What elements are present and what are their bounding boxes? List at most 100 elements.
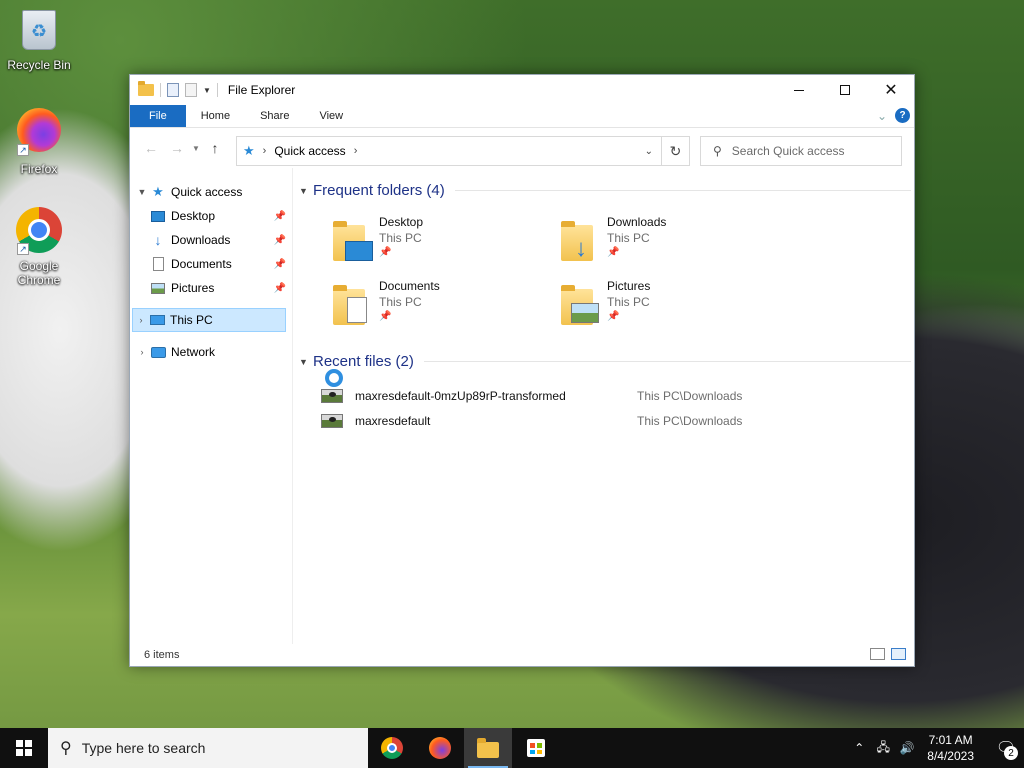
taskbar-chrome[interactable] <box>368 728 416 768</box>
taskbar-file-explorer[interactable] <box>464 728 512 768</box>
title-bar[interactable]: ▼ File Explorer ✕ <box>130 75 914 105</box>
folder-tile-desktop[interactable]: Desktop This PC 📌 <box>297 215 517 271</box>
sidebar-item-quick-access[interactable]: ▼ ★ Quick access <box>134 180 284 204</box>
close-button[interactable]: ✕ <box>868 75 914 105</box>
network-icon <box>150 344 166 360</box>
desktop-icon-label: Google Chrome <box>17 259 61 287</box>
windows-logo-icon <box>16 740 32 756</box>
folder-tile-documents[interactable]: Documents This PC 📌 <box>297 279 517 335</box>
pin-icon: 📌 <box>607 247 620 258</box>
forward-icon[interactable]: → <box>164 140 190 156</box>
maximize-icon <box>840 85 850 95</box>
breadcrumb-quick-access[interactable]: Quick access <box>274 144 345 158</box>
sidebar-item-network[interactable]: › Network <box>134 340 284 364</box>
divider <box>216 83 218 97</box>
sidebar-item-desktop[interactable]: Desktop 📌 <box>150 204 288 228</box>
file-name: maxresdefault-0mzUp89rP-transformed <box>355 389 566 403</box>
content-pane: ▼ Frequent folders (4) Desktop This PC 📌… <box>293 168 914 644</box>
chrome-icon: ↗ <box>15 207 63 255</box>
desktop-icon <box>150 208 166 224</box>
up-icon[interactable]: ↑ <box>202 140 228 156</box>
list-item[interactable]: maxresdefault This PC\Downloads <box>321 410 921 432</box>
divider <box>160 83 161 97</box>
properties-icon[interactable] <box>167 83 179 97</box>
pictures-folder-icon <box>561 285 601 325</box>
file-path: This PC\Downloads <box>637 414 743 428</box>
volume-icon[interactable]: 🔊 <box>895 741 919 755</box>
sidebar-item-pictures[interactable]: Pictures 📌 <box>150 276 288 300</box>
sidebar-item-label: Downloads <box>171 233 231 247</box>
sidebar-item-downloads[interactable]: ↓ Downloads 📌 <box>150 228 288 252</box>
customize-toolbar-dropdown-icon[interactable]: ▼ <box>203 86 211 95</box>
folder-tile-downloads[interactable]: ↓ Downloads This PC 📌 <box>525 215 745 271</box>
collapse-chevron-icon[interactable]: ▼ <box>134 187 150 197</box>
clock[interactable]: 7:01 AM 8/4/2023 <box>927 732 974 764</box>
breadcrumb-chevron-icon[interactable]: › <box>263 145 267 157</box>
pin-icon: 📌 <box>273 210 286 222</box>
file-explorer-window: ▼ File Explorer ✕ File Home Share View ⌄… <box>129 74 915 667</box>
tab-view[interactable]: View <box>304 105 358 127</box>
details-view-icon[interactable] <box>870 648 885 660</box>
desktop-icon-recycle-bin[interactable]: Recycle Bin <box>1 6 77 72</box>
desktop-folder-icon <box>333 221 373 261</box>
navigation-pane: ▼ ★ Quick access Desktop 📌 ↓ Downloads 📌… <box>130 168 293 644</box>
network-icon[interactable]: 🖧 <box>871 738 895 759</box>
action-center-button[interactable]: 🗨 2 <box>988 728 1024 768</box>
breadcrumb-chevron-icon[interactable]: › <box>354 145 358 157</box>
desktop-icon-firefox[interactable]: ↗ Firefox <box>1 106 77 176</box>
clock-date: 8/4/2023 <box>927 749 974 763</box>
firefox-icon <box>429 737 451 759</box>
close-icon: ✕ <box>884 82 898 99</box>
tab-file[interactable]: File <box>130 105 186 127</box>
sidebar-item-label: Quick access <box>171 185 243 199</box>
file-path: This PC\Downloads <box>637 389 743 403</box>
taskbar-firefox[interactable] <box>416 728 464 768</box>
quick-access-star-icon: ★ <box>152 184 164 199</box>
file-name: maxresdefault <box>355 414 431 428</box>
pin-icon: 📌 <box>273 234 286 246</box>
documents-folder-icon <box>333 285 373 325</box>
quick-access-toolbar: ▼ <box>138 81 218 97</box>
status-bar: 6 items <box>130 644 914 666</box>
maximize-button[interactable] <box>822 75 868 105</box>
recycle-bin-icon <box>22 10 56 50</box>
item-count: 6 items <box>144 649 180 661</box>
frequent-folders-header[interactable]: ▼ Frequent folders (4) <box>299 182 911 199</box>
taskbar-microsoft-store[interactable] <box>512 728 560 768</box>
collapse-chevron-icon: ▼ <box>299 185 308 196</box>
search-input[interactable]: ⚲ Search Quick access <box>700 136 902 166</box>
list-item[interactable]: maxresdefault-0mzUp89rP-transformed This… <box>321 385 921 407</box>
show-hidden-icons-chevron-icon[interactable]: ⌃ <box>847 741 871 755</box>
window-controls: ✕ <box>776 75 914 105</box>
taskbar-search-box[interactable]: ⚲ Type here to search <box>48 728 368 768</box>
help-icon[interactable]: ? <box>895 108 910 123</box>
sidebar-item-this-pc[interactable]: › This PC <box>132 308 286 332</box>
expand-chevron-icon[interactable]: › <box>134 347 150 357</box>
expand-chevron-icon[interactable]: › <box>133 315 149 325</box>
downloads-icon: ↓ <box>154 232 162 248</box>
large-icons-view-icon[interactable] <box>891 648 906 660</box>
recent-files-header[interactable]: ▼ Recent files (2) <box>299 353 911 370</box>
minimize-button[interactable] <box>776 75 822 105</box>
tab-share[interactable]: Share <box>245 105 304 127</box>
address-dropdown-icon[interactable]: ⌄ <box>645 146 653 157</box>
window-title: File Explorer <box>227 83 296 97</box>
folder-tile-pictures[interactable]: Pictures This PC 📌 <box>525 279 745 335</box>
address-bar[interactable]: ★ › Quick access › ⌄ <box>236 136 662 166</box>
desktop-icon-chrome[interactable]: ↗ Google Chrome <box>1 206 77 287</box>
sidebar-item-label: Desktop <box>171 209 216 223</box>
tab-home[interactable]: Home <box>186 105 245 127</box>
pin-icon: 📌 <box>379 247 392 258</box>
refresh-button[interactable]: ↻ <box>662 136 690 166</box>
quick-access-star-icon: ★ <box>243 143 255 158</box>
search-icon: ⚲ <box>713 144 722 158</box>
new-folder-icon[interactable] <box>185 83 197 97</box>
recent-locations-dropdown-icon[interactable]: ▼ <box>190 144 202 153</box>
start-button[interactable] <box>0 728 48 768</box>
expand-ribbon-icon[interactable]: ⌄ <box>877 109 887 123</box>
back-icon[interactable]: ← <box>138 140 164 156</box>
notification-count-badge: 2 <box>1004 746 1018 760</box>
sidebar-item-documents[interactable]: Documents 📌 <box>150 252 288 276</box>
firefox-icon: ↗ <box>15 108 63 156</box>
file-explorer-icon <box>477 738 499 758</box>
